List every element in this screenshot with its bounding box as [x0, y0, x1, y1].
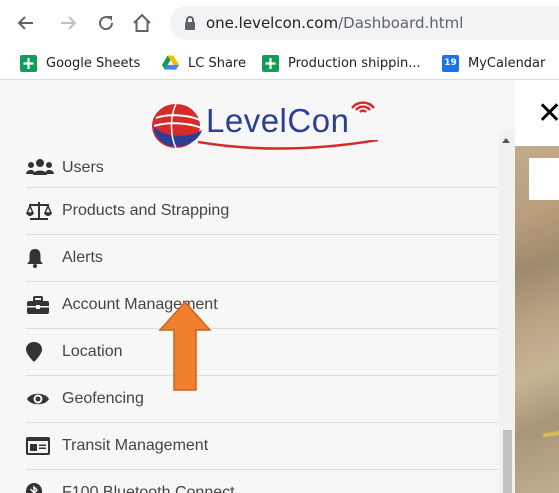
menu-label-users: Users [62, 159, 104, 176]
bookmark-label: Google Sheets [46, 55, 141, 71]
browser-toolbar: one.levelcon.com/Dashboard.html [0, 0, 559, 46]
menu-label-f100-bluetooth-connect: F100 Bluetooth Connect [62, 484, 235, 493]
menu-label-geofencing: Geofencing [62, 390, 144, 407]
reload-icon [99, 16, 114, 31]
arrow-left-icon [17, 16, 33, 30]
eye-icon [26, 389, 56, 409]
url-path: /Dashboard.html [338, 14, 464, 32]
wifi-signal-icon [351, 101, 375, 113]
bookmark-production-shipping[interactable]: Production shippin... [262, 53, 421, 73]
bookmark-label: Production shippin... [288, 55, 421, 71]
briefcase-icon [26, 295, 56, 315]
menu-item-location[interactable]: Location [26, 329, 498, 376]
reload-button[interactable] [94, 11, 118, 35]
url-bar[interactable]: one.levelcon.com/Dashboard.html [170, 6, 559, 40]
google-drive-icon [162, 55, 179, 72]
id-card-icon [26, 436, 56, 456]
menu-label-alerts: Alerts [62, 249, 103, 266]
bookmark-label: LC Share [188, 55, 246, 71]
users-icon [26, 157, 56, 177]
annotation-arrow-up-icon [158, 300, 212, 391]
map-marker-icon [26, 342, 56, 362]
logo-text: LevelCon [206, 102, 350, 139]
bluetooth-icon [26, 483, 56, 493]
logo-swoosh [198, 140, 378, 150]
menu-item-products-and-strapping[interactable]: Products and Strapping [26, 188, 498, 235]
balance-scale-icon [26, 201, 56, 221]
close-icon[interactable]: ✕ [537, 96, 559, 131]
levelcon-logo: LevelCon [146, 96, 386, 152]
home-icon [133, 13, 151, 32]
bookmark-mycalendar[interactable]: 19 MyCalendar [442, 53, 545, 73]
menu-item-transit-management[interactable]: Transit Management [26, 423, 498, 470]
map-panel: ✕ [515, 80, 559, 493]
menu-label-location: Location [62, 343, 123, 360]
home-button[interactable] [130, 11, 154, 35]
menu-label-products-and-strapping: Products and Strapping [62, 202, 230, 219]
menu-item-f100-bluetooth-connect[interactable]: F100 Bluetooth Connect [26, 470, 498, 493]
scroll-up-arrow-icon[interactable] [502, 138, 510, 143]
back-button[interactable] [14, 11, 38, 35]
menu-item-alerts[interactable]: Alerts [26, 235, 498, 282]
scroll-thumb[interactable] [503, 430, 512, 493]
google-sheets-icon [262, 54, 279, 72]
calendar-badge: 19 [444, 58, 457, 68]
menu-item-account-management[interactable]: Account Management [26, 282, 498, 329]
forward-button[interactable] [56, 11, 80, 35]
bookmark-lc-share[interactable]: LC Share [162, 53, 246, 73]
menu-label-transit-management: Transit Management [62, 437, 209, 454]
calendar-icon: 19 [442, 54, 459, 72]
url-host: one.levelcon.com [206, 14, 339, 32]
bookmark-label: MyCalendar [468, 55, 546, 71]
bookmarks-bar: Google Sheets LC Share Production shippi… [0, 46, 559, 80]
lock-icon [185, 16, 195, 30]
google-sheets-icon [20, 54, 37, 72]
url-text: one.levelcon.com/Dashboard.html [206, 14, 463, 32]
map-overlay-card [529, 158, 559, 200]
menu-item-geofencing[interactable]: Geofencing [26, 376, 498, 423]
bell-icon [26, 248, 56, 268]
menu-scrollbar[interactable] [499, 130, 515, 493]
arrow-right-icon [61, 16, 77, 30]
bookmark-google-sheets[interactable]: Google Sheets [20, 53, 140, 73]
